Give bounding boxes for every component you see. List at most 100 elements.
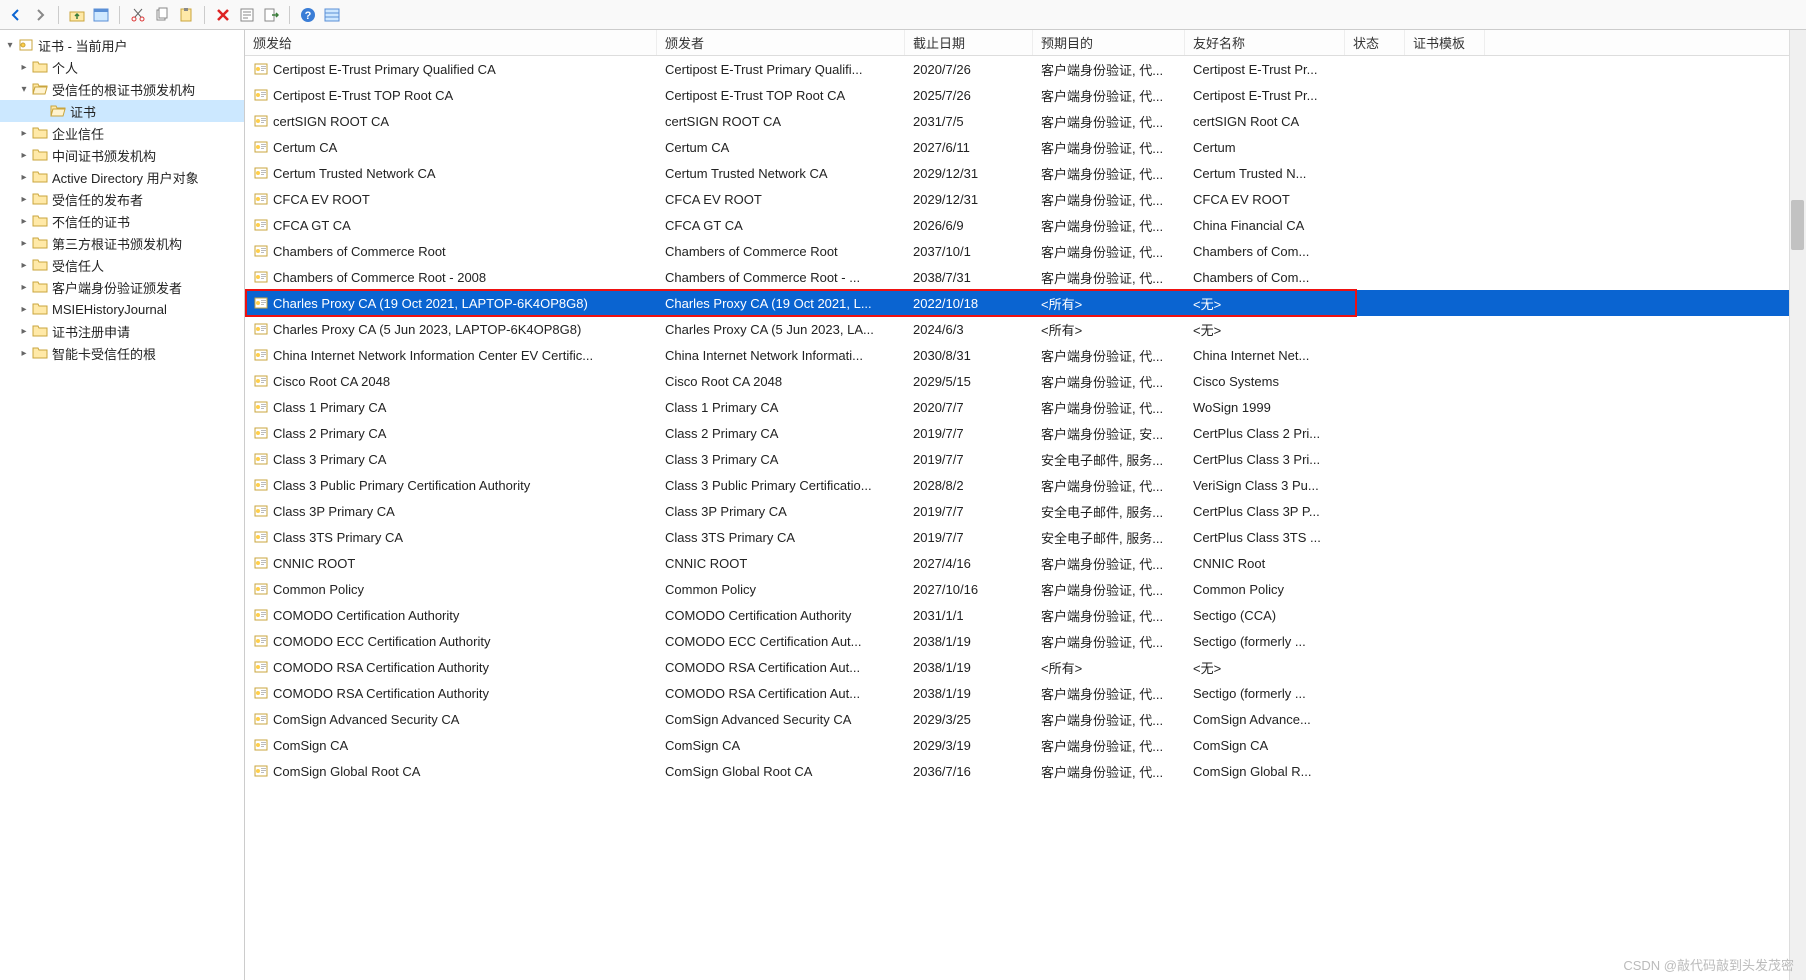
table-row[interactable]: COMODO RSA Certification AuthorityCOMODO… [245, 654, 1806, 680]
tree-item-8[interactable]: ▸受信任人 [0, 254, 244, 276]
tree-twisty-icon[interactable]: ▸ [18, 326, 30, 337]
table-row[interactable]: Class 1 Primary CAClass 1 Primary CA2020… [245, 394, 1806, 420]
certificate-list[interactable]: Certipost E-Trust Primary Qualified CACe… [245, 56, 1806, 980]
table-row[interactable]: COMODO ECC Certification AuthorityCOMODO… [245, 628, 1806, 654]
table-row[interactable]: CFCA EV ROOTCFCA EV ROOT2029/12/31客户端身份验… [245, 186, 1806, 212]
table-row[interactable]: Certum CACertum CA2027/6/11客户端身份验证, 代...… [245, 134, 1806, 160]
tree-twisty-icon[interactable]: ▸ [18, 260, 30, 271]
delete-icon[interactable] [213, 5, 233, 25]
table-row[interactable]: Certipost E-Trust TOP Root CACertipost E… [245, 82, 1806, 108]
column-header-4[interactable]: 友好名称 [1185, 30, 1345, 55]
tree-item-2[interactable]: ▸企业信任 [0, 122, 244, 144]
tree-item-0[interactable]: ▸个人 [0, 56, 244, 78]
tree-item-11[interactable]: ▸证书注册申请 [0, 320, 244, 342]
table-row[interactable]: CNNIC ROOTCNNIC ROOT2027/4/16客户端身份验证, 代.… [245, 550, 1806, 576]
tree-item-6[interactable]: ▸ 不信任的证书 [0, 210, 244, 232]
tree-twisty-icon[interactable]: ▸ [18, 282, 30, 293]
tree-label: 客户端身份验证颁发者 [52, 278, 182, 297]
tree-twisty-icon[interactable]: ▸ [18, 348, 30, 359]
cell-0: Charles Proxy CA (5 Jun 2023, LAPTOP-6K4… [245, 321, 657, 337]
tree-item-7[interactable]: ▸ 第三方根证书颁发机构 [0, 232, 244, 254]
tree-twisty-icon[interactable]: ▸ [18, 128, 30, 139]
certificate-icon [253, 581, 269, 597]
column-header-3[interactable]: 预期目的 [1033, 30, 1185, 55]
cut-icon[interactable] [128, 5, 148, 25]
tree-twisty-icon[interactable]: ▸ [18, 304, 30, 315]
table-row[interactable]: Class 2 Primary CAClass 2 Primary CA2019… [245, 420, 1806, 446]
table-row[interactable]: Certipost E-Trust Primary Qualified CACe… [245, 56, 1806, 82]
cell-3: 客户端身份验证, 代... [1033, 346, 1185, 365]
table-row[interactable]: Class 3P Primary CAClass 3P Primary CA20… [245, 498, 1806, 524]
svg-text:?: ? [305, 10, 312, 22]
cell-3: 客户端身份验证, 代... [1033, 242, 1185, 261]
paste-icon[interactable] [176, 5, 196, 25]
tree-label: 不信任的证书 [52, 212, 130, 231]
cell-0: certSIGN ROOT CA [245, 113, 657, 129]
column-header-5[interactable]: 状态 [1345, 30, 1405, 55]
cell-1: China Internet Network Informati... [657, 348, 905, 363]
table-row[interactable]: Class 3 Public Primary Certification Aut… [245, 472, 1806, 498]
table-row[interactable]: Chambers of Commerce RootChambers of Com… [245, 238, 1806, 264]
table-row[interactable]: China Internet Network Information Cente… [245, 342, 1806, 368]
tree-child-1-0[interactable]: 证书 [0, 100, 244, 122]
tree-root[interactable]: ▾证书 - 当前用户 [0, 34, 244, 56]
certificate-icon [253, 451, 269, 467]
window-icon[interactable] [91, 5, 111, 25]
tree-twisty-icon[interactable]: ▸ [18, 238, 30, 249]
table-row[interactable]: ComSign Global Root CAComSign Global Roo… [245, 758, 1806, 784]
table-row[interactable]: ComSign Advanced Security CAComSign Adva… [245, 706, 1806, 732]
table-row[interactable]: Charles Proxy CA (19 Oct 2021, LAPTOP-6K… [245, 290, 1806, 316]
folder-up-icon[interactable] [67, 5, 87, 25]
table-row[interactable]: Chambers of Commerce Root - 2008Chambers… [245, 264, 1806, 290]
back-icon[interactable] [6, 5, 26, 25]
column-header-0[interactable]: 颁发给 [245, 30, 657, 55]
tree-item-10[interactable]: ▸MSIEHistoryJournal [0, 298, 244, 320]
cell-0: Class 3 Primary CA [245, 451, 657, 467]
cell-text: COMODO RSA Certification Authority [273, 686, 489, 701]
certificate-icon [253, 685, 269, 701]
tree-twisty-icon[interactable]: ▸ [18, 62, 30, 73]
tree-item-4[interactable]: ▸Active Directory 用户对象 [0, 166, 244, 188]
tree-item-12[interactable]: ▸智能卡受信任的根 [0, 342, 244, 364]
cell-2: 2037/10/1 [905, 244, 1033, 259]
table-row[interactable]: Cisco Root CA 2048Cisco Root CA 20482029… [245, 368, 1806, 394]
cell-text: Class 1 Primary CA [273, 400, 386, 415]
tree-twisty-icon[interactable]: ▾ [18, 84, 30, 95]
copy-icon[interactable] [152, 5, 172, 25]
table-row[interactable]: COMODO RSA Certification AuthorityCOMODO… [245, 680, 1806, 706]
vertical-scrollbar[interactable] [1789, 30, 1806, 980]
column-header-2[interactable]: 截止日期 [905, 30, 1033, 55]
tree-twisty-icon[interactable]: ▸ [18, 150, 30, 161]
tree-item-9[interactable]: ▸ 客户端身份验证颁发者 [0, 276, 244, 298]
table-row[interactable]: Common PolicyCommon Policy2027/10/16客户端身… [245, 576, 1806, 602]
cell-1: ComSign Advanced Security CA [657, 712, 905, 727]
tree-twisty-icon[interactable]: ▾ [4, 40, 16, 51]
export-icon[interactable] [261, 5, 281, 25]
list-icon[interactable] [322, 5, 342, 25]
table-row[interactable]: COMODO Certification AuthorityCOMODO Cer… [245, 602, 1806, 628]
column-header-6[interactable]: 证书模板 [1405, 30, 1485, 55]
tree-twisty-icon[interactable]: ▸ [18, 216, 30, 227]
tree-item-3[interactable]: ▸中间证书颁发机构 [0, 144, 244, 166]
forward-icon[interactable] [30, 5, 50, 25]
table-row[interactable]: CFCA GT CACFCA GT CA2026/6/9客户端身份验证, 代..… [245, 212, 1806, 238]
tree-twisty-icon[interactable]: ▸ [18, 194, 30, 205]
table-row[interactable]: Charles Proxy CA (5 Jun 2023, LAPTOP-6K4… [245, 316, 1806, 342]
cell-1: Class 3 Public Primary Certificatio... [657, 478, 905, 493]
tree-item-1[interactable]: ▾受信任的根证书颁发机构 [0, 78, 244, 100]
tree-item-5[interactable]: ▸受信任的发布者 [0, 188, 244, 210]
cell-1: CNNIC ROOT [657, 556, 905, 571]
table-row[interactable]: ComSign CAComSign CA2029/3/19客户端身份验证, 代.… [245, 732, 1806, 758]
help-icon[interactable]: ? [298, 5, 318, 25]
tree-twisty-icon[interactable]: ▸ [18, 172, 30, 183]
scroll-thumb[interactable] [1791, 200, 1804, 250]
column-header-1[interactable]: 颁发者 [657, 30, 905, 55]
table-row[interactable]: certSIGN ROOT CAcertSIGN ROOT CA2031/7/5… [245, 108, 1806, 134]
table-row[interactable]: Class 3 Primary CAClass 3 Primary CA2019… [245, 446, 1806, 472]
tree-label: 第三方根证书颁发机构 [52, 234, 182, 253]
properties-icon[interactable] [237, 5, 257, 25]
folder-icon [32, 169, 48, 185]
table-row[interactable]: Class 3TS Primary CAClass 3TS Primary CA… [245, 524, 1806, 550]
table-row[interactable]: Certum Trusted Network CACertum Trusted … [245, 160, 1806, 186]
sidebar-tree[interactable]: ▾证书 - 当前用户▸个人▾受信任的根证书颁发机构证书▸企业信任▸中间证书颁发机… [0, 30, 245, 980]
